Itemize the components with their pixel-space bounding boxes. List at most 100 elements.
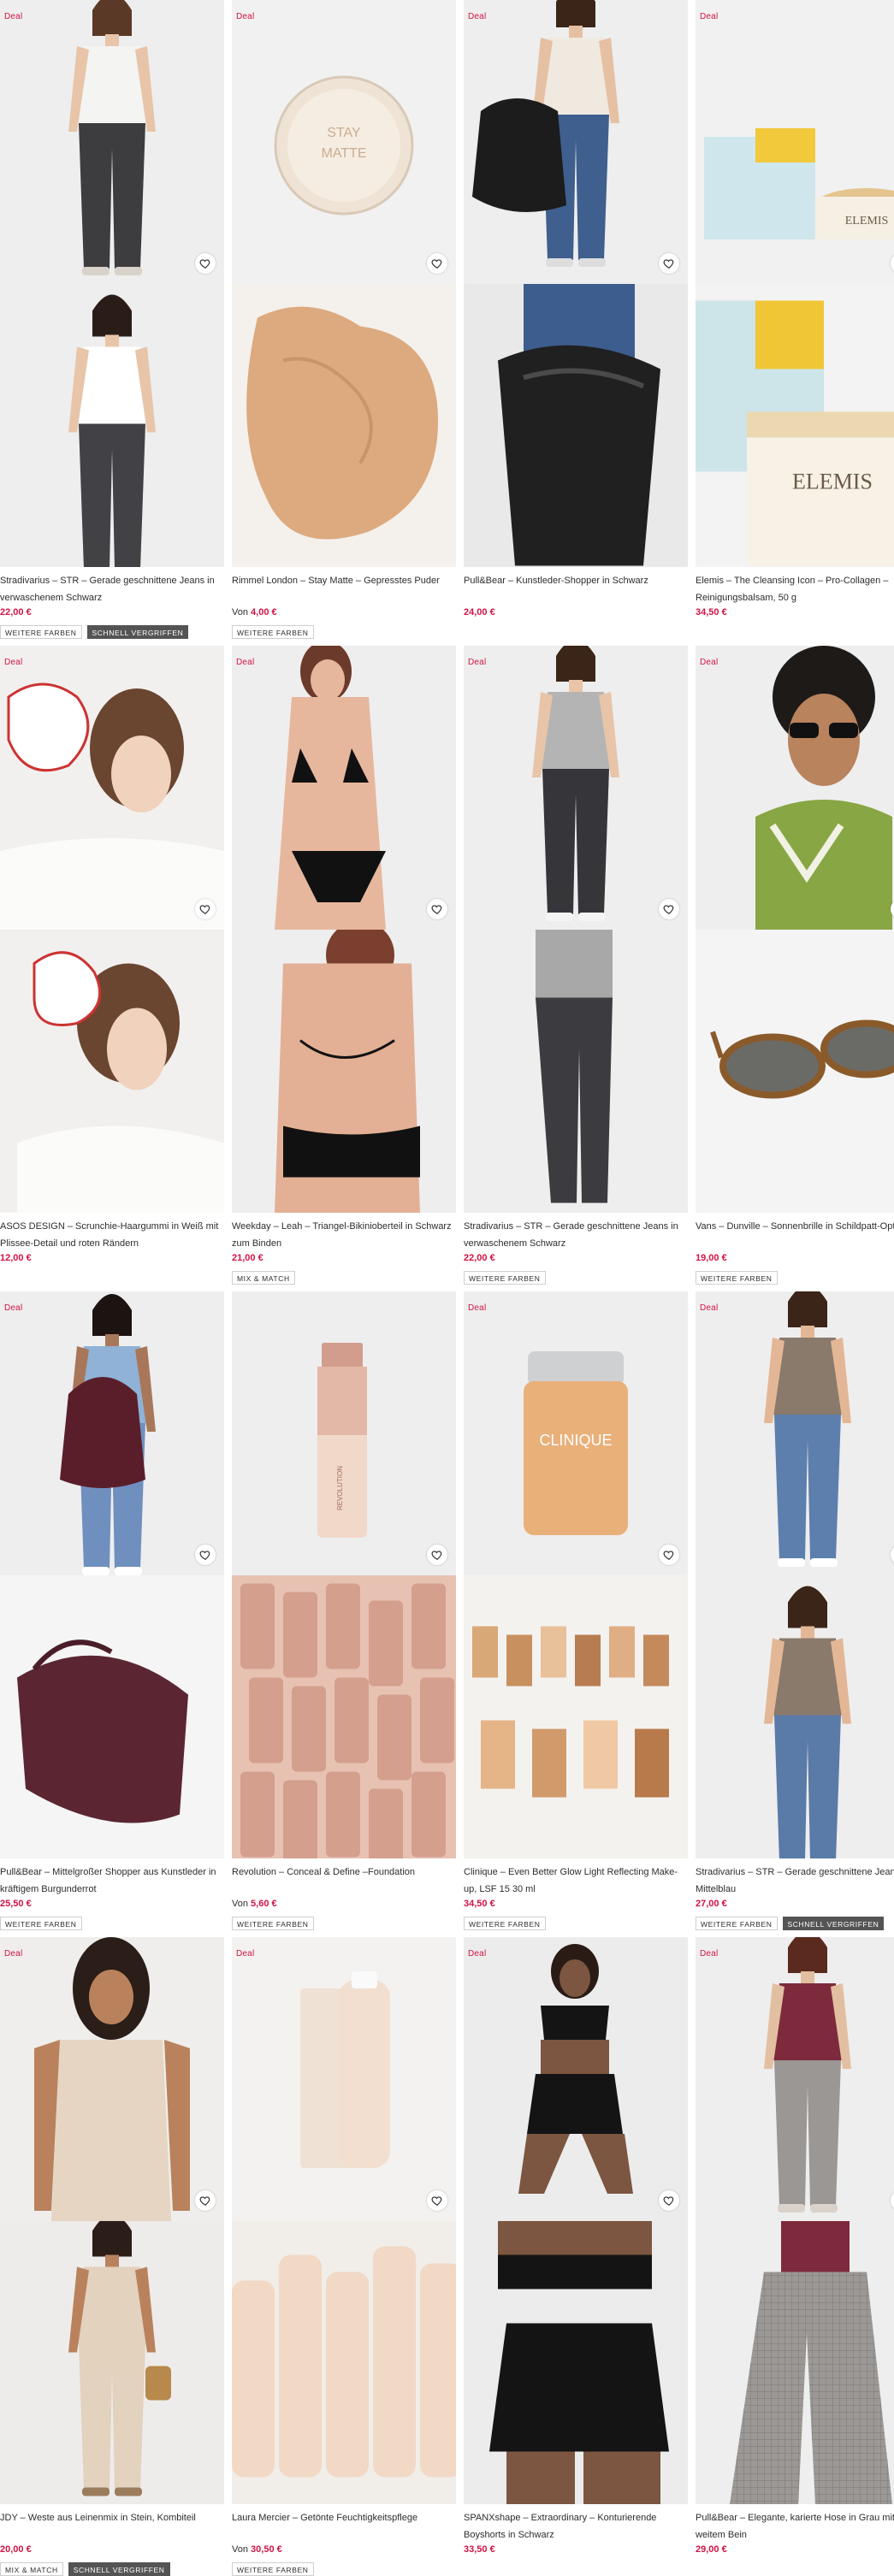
product-media[interactable]: Deal bbox=[0, 646, 224, 1213]
product-image-secondary[interactable] bbox=[696, 1575, 894, 1858]
deal-badge: Deal bbox=[468, 658, 487, 667]
product-media[interactable]: Deal bbox=[232, 1937, 456, 2504]
product-price: 25,50 € bbox=[0, 1899, 32, 1909]
product-media[interactable]: Deal bbox=[696, 646, 894, 1213]
product-image-secondary[interactable] bbox=[464, 930, 688, 1213]
product-media[interactable]: ELEMIS ELEMIS Deal bbox=[696, 0, 894, 567]
save-for-later-button[interactable] bbox=[659, 899, 679, 919]
product-image-secondary[interactable] bbox=[464, 2221, 688, 2504]
product-title[interactable]: Elemis – The Cleansing Icon – Pro-Collag… bbox=[696, 572, 894, 606]
product-media[interactable]: Deal bbox=[464, 646, 688, 1213]
product-card[interactable]: Deal Weekday – Leah – Triangel-Bikiniober… bbox=[232, 646, 456, 1285]
product-image[interactable] bbox=[232, 1937, 456, 2221]
product-card[interactable]: Deal Stradivarius – STR – Gerade geschnit… bbox=[464, 646, 688, 1285]
product-media[interactable]: REVOLUTION bbox=[232, 1291, 456, 1858]
product-image[interactable] bbox=[0, 1937, 224, 2221]
product-image-secondary[interactable] bbox=[696, 930, 894, 1213]
heart-icon bbox=[199, 903, 211, 915]
product-media[interactable]: Deal bbox=[0, 1291, 224, 1858]
product-image[interactable] bbox=[464, 646, 688, 930]
product-image[interactable] bbox=[696, 646, 894, 930]
save-for-later-button[interactable] bbox=[659, 253, 679, 274]
product-card[interactable]: STAY MATTE Deal Rimmel London – Stay Matte … bbox=[232, 0, 456, 639]
product-image[interactable] bbox=[464, 1937, 688, 2221]
product-media[interactable]: Deal bbox=[696, 1937, 894, 2504]
product-media[interactable]: Deal bbox=[696, 1291, 894, 1858]
product-title[interactable]: ASOS DESIGN – Scrunchie-Haargummi in Wei… bbox=[0, 1218, 224, 1252]
product-image-secondary[interactable] bbox=[0, 930, 224, 1213]
product-image-secondary[interactable] bbox=[232, 1575, 456, 1858]
save-for-later-button[interactable] bbox=[659, 1545, 679, 1565]
product-card[interactable]: Deal Stradivarius – STR – Gerade geschnit… bbox=[0, 0, 224, 639]
product-card[interactable]: Deal Pull&Bear – Elegante, karierte Hose … bbox=[696, 1937, 894, 2576]
product-card[interactable]: Deal ASOS DESIGN – Scrunchie-Haargummi in… bbox=[0, 646, 224, 1285]
product-media[interactable]: STAY MATTE Deal bbox=[232, 0, 456, 567]
product-card[interactable]: REVOLUTION Revolution – Conceal & Define… bbox=[232, 1291, 456, 1930]
save-for-later-button[interactable] bbox=[195, 1545, 216, 1565]
selling-fast-badge: SCHNELL VERGRIFFEN bbox=[86, 625, 189, 639]
product-image-secondary[interactable] bbox=[0, 1575, 224, 1858]
product-title[interactable]: Pull&Bear – Kunstleder-Shopper in Schwar… bbox=[464, 572, 688, 606]
save-for-later-button[interactable] bbox=[195, 253, 216, 274]
save-for-later-button[interactable] bbox=[427, 1545, 447, 1565]
product-title[interactable]: Stradivarius – STR – Gerade geschnittene… bbox=[696, 1864, 894, 1898]
product-media[interactable]: Deal bbox=[464, 0, 688, 567]
product-image[interactable]: STAY MATTE bbox=[232, 0, 456, 284]
product-image[interactable]: ELEMIS bbox=[696, 0, 894, 284]
product-card[interactable]: Deal Stradivarius – STR – Gerade geschnit… bbox=[696, 1291, 894, 1930]
product-image-secondary[interactable]: ELEMIS bbox=[696, 284, 894, 567]
product-image-secondary[interactable] bbox=[232, 284, 456, 567]
product-card[interactable]: Deal Laura Mercier – Getönte Feuchtigkeit… bbox=[232, 1937, 456, 2576]
product-image-secondary[interactable] bbox=[696, 2221, 894, 2504]
product-image-secondary[interactable] bbox=[0, 284, 224, 567]
save-for-later-button[interactable] bbox=[427, 253, 447, 274]
save-for-later-button[interactable] bbox=[195, 2190, 216, 2211]
save-for-later-button[interactable] bbox=[427, 899, 447, 919]
product-media[interactable]: Deal bbox=[0, 0, 224, 567]
product-image[interactable]: REVOLUTION bbox=[232, 1291, 456, 1575]
save-for-later-button[interactable] bbox=[195, 899, 216, 919]
product-title[interactable]: Rimmel London – Stay Matte – Gepresstes … bbox=[232, 572, 456, 606]
product-title[interactable]: Revolution – Conceal & Define –Foundatio… bbox=[232, 1864, 456, 1898]
product-media[interactable]: Deal bbox=[464, 1937, 688, 2504]
product-card[interactable]: Deal Vans – Dunville – Sonnenbrille in Sc… bbox=[696, 646, 894, 1285]
product-image-secondary[interactable] bbox=[0, 2221, 224, 2504]
product-title[interactable]: Laura Mercier – Getönte Feuchtigkeitspfl… bbox=[232, 2509, 456, 2544]
product-title[interactable]: Pull&Bear – Elegante, karierte Hose in G… bbox=[696, 2509, 894, 2544]
product-image[interactable]: CLINIQUE bbox=[464, 1291, 688, 1575]
product-title[interactable]: Stradivarius – STR – Gerade geschnittene… bbox=[464, 1218, 688, 1252]
product-image[interactable] bbox=[0, 1291, 224, 1575]
product-image-secondary[interactable] bbox=[464, 1575, 688, 1858]
product-image[interactable] bbox=[464, 0, 688, 284]
product-title[interactable]: Stradivarius – STR – Gerade geschnittene… bbox=[0, 572, 224, 606]
save-for-later-button[interactable] bbox=[427, 2190, 447, 2211]
product-title[interactable]: Weekday – Leah – Triangel-Bikinioberteil… bbox=[232, 1218, 456, 1252]
product-card[interactable]: CLINIQUE Deal Clinique – Even Better Glow… bbox=[464, 1291, 688, 1930]
save-for-later-button[interactable] bbox=[659, 2190, 679, 2211]
product-image[interactable] bbox=[696, 1937, 894, 2221]
product-title[interactable]: JDY – Weste aus Leinenmix in Stein, Komb… bbox=[0, 2509, 224, 2544]
product-card[interactable]: Deal JDY – Weste aus Leinenmix in Stein, … bbox=[0, 1937, 224, 2576]
product-card[interactable]: ELEMIS ELEMIS Deal Elemis – The Cleansing I… bbox=[696, 0, 894, 639]
deal-badge: Deal bbox=[4, 1303, 23, 1313]
product-image[interactable] bbox=[696, 1291, 894, 1575]
product-price: 27,00 € bbox=[696, 1899, 727, 1909]
product-image-secondary[interactable] bbox=[232, 2221, 456, 2504]
product-media[interactable]: Deal bbox=[0, 1937, 224, 2504]
product-image[interactable] bbox=[0, 0, 224, 284]
product-image-secondary[interactable] bbox=[464, 284, 688, 567]
product-card[interactable]: Deal SPANXshape – Extraordinary – Konturi… bbox=[464, 1937, 688, 2576]
product-media[interactable]: Deal bbox=[232, 646, 456, 1213]
product-title[interactable]: Pull&Bear – Mittelgroßer Shopper aus Kun… bbox=[0, 1864, 224, 1898]
product-image[interactable] bbox=[0, 646, 224, 930]
product-badges bbox=[696, 625, 894, 639]
product-title[interactable]: Clinique – Even Better Glow Light Reflec… bbox=[464, 1864, 688, 1898]
product-media[interactable]: CLINIQUE Deal bbox=[464, 1291, 688, 1858]
product-title[interactable]: Vans – Dunville – Sonnenbrille in Schild… bbox=[696, 1218, 894, 1252]
product-title[interactable]: SPANXshape – Extraordinary – Konturieren… bbox=[464, 2509, 688, 2544]
product-image[interactable] bbox=[232, 646, 456, 930]
product-image-secondary[interactable] bbox=[232, 930, 456, 1213]
price-prefix: Von bbox=[232, 607, 252, 617]
product-card[interactable]: Deal Pull&Bear – Kunstleder-Shopper in Sc… bbox=[464, 0, 688, 639]
product-card[interactable]: Deal Pull&Bear – Mittelgroßer Shopper aus… bbox=[0, 1291, 224, 1930]
